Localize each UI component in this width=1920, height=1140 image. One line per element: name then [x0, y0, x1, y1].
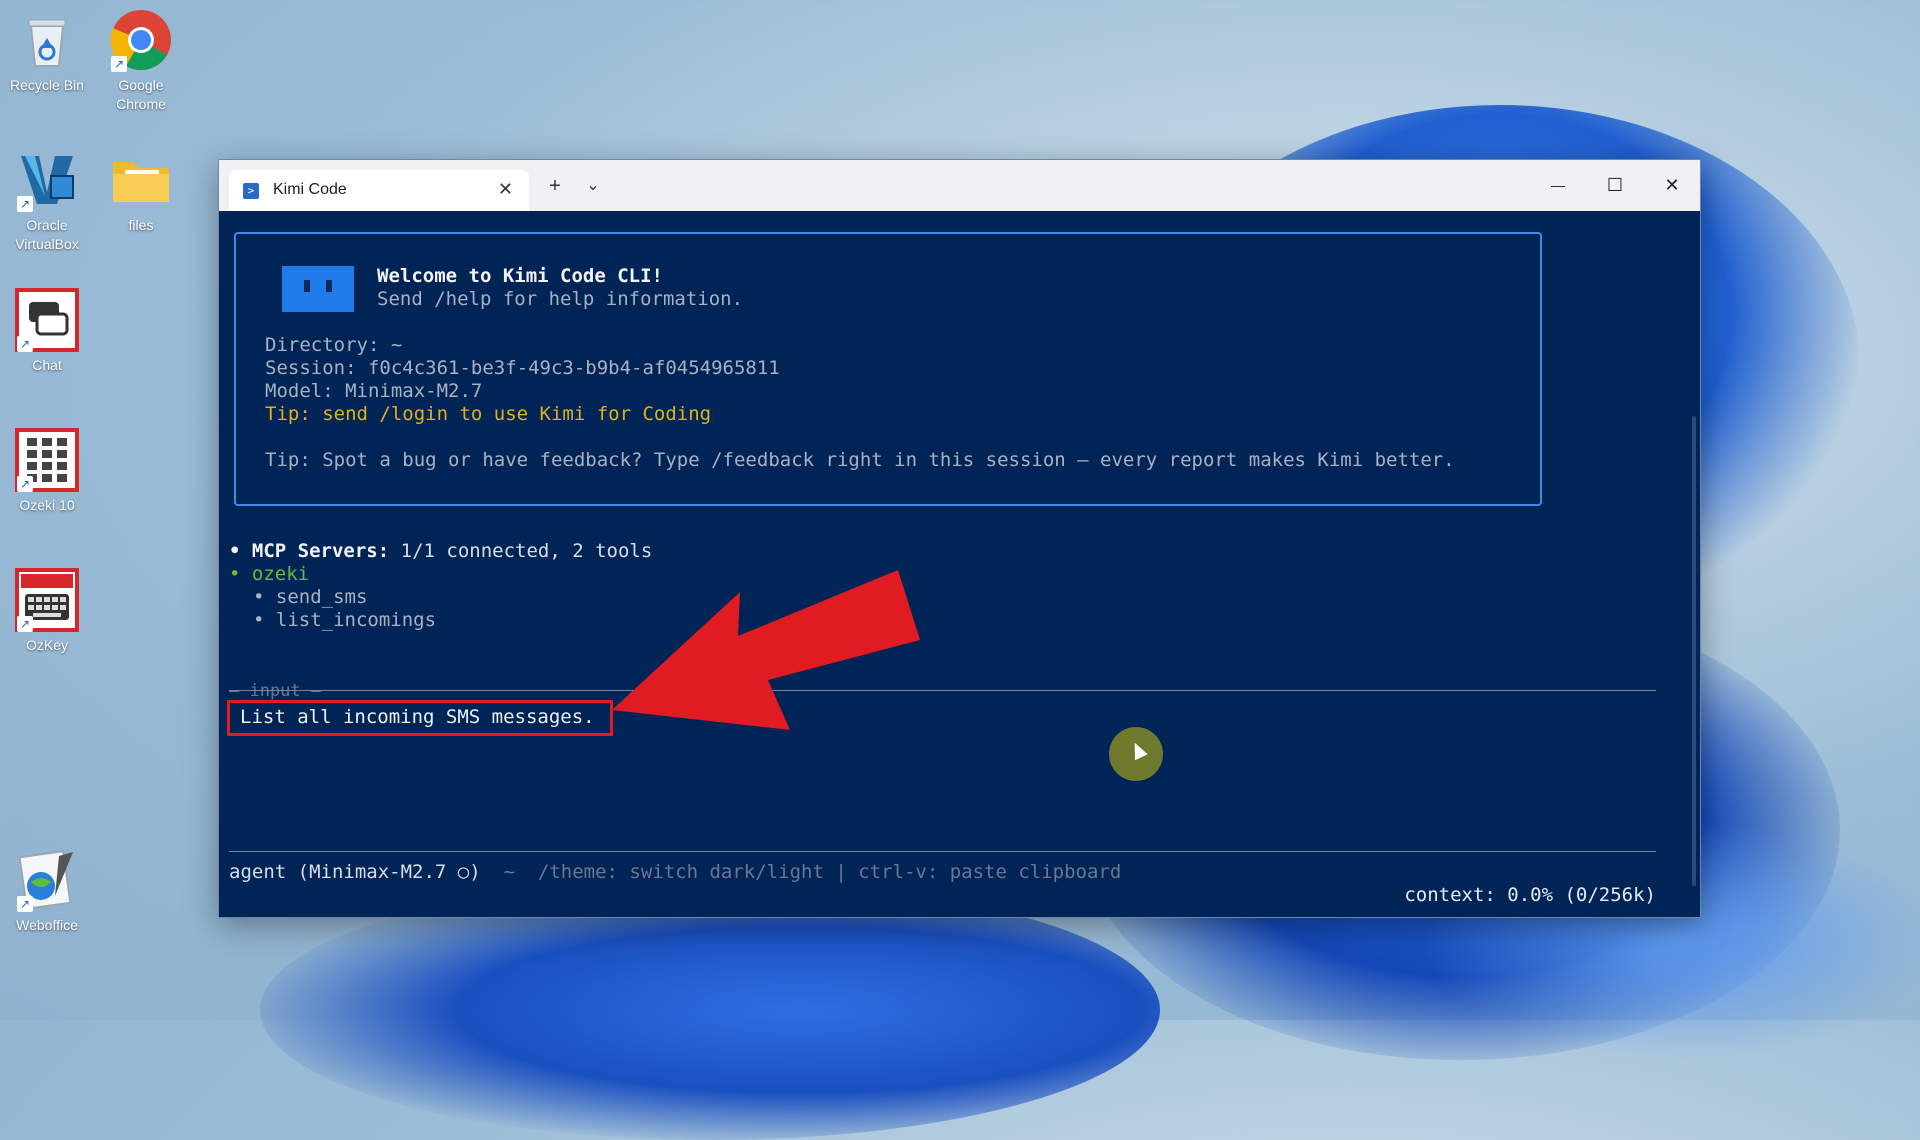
- maximize-button[interactable]: ☐: [1587, 168, 1643, 202]
- powershell-icon: >: [243, 183, 259, 199]
- agent-prompt: agent (Minimax-M2.7 ○): [229, 861, 481, 883]
- folder-icon: [109, 148, 173, 212]
- tab-close-button[interactable]: ✕: [498, 179, 513, 200]
- shortcut-arrow-icon: ↗: [111, 56, 127, 72]
- desktop-icon-chat[interactable]: ↗ Chat: [2, 288, 92, 375]
- virtualbox-icon: ↗: [15, 148, 79, 212]
- annotation-arrow-icon: [612, 570, 920, 730]
- desktop-icon-label: Oracle VirtualBox: [15, 217, 79, 252]
- desktop-icon-label: Recycle Bin: [10, 77, 84, 93]
- tool-item: • send_sms: [253, 586, 368, 608]
- desktop-icon-oracle-virtualbox[interactable]: ↗ Oracle VirtualBox: [2, 148, 92, 254]
- welcome-panel: Welcome to Kimi Code CLI! Send /help for…: [234, 232, 1542, 506]
- shortcut-arrow-icon: ↗: [17, 196, 33, 212]
- desktop-icon-label: OzKey: [25, 637, 68, 653]
- feedback-tip: Tip: Spot a bug or have feedback? Type /…: [265, 449, 1455, 471]
- mcp-status-line: • MCP Servers: 1/1 connected, 2 tools: [229, 540, 652, 563]
- wallpaper-bloom: [260, 880, 1160, 1140]
- shortcut-arrow-icon: ↗: [17, 616, 33, 632]
- weboffice-icon: ↗: [15, 848, 79, 912]
- new-tab-button[interactable]: +: [537, 170, 573, 202]
- desktop-icon-files[interactable]: files: [96, 148, 186, 235]
- desktop-icon-label: Weboffice: [16, 917, 78, 933]
- desktop-icon-ozkey[interactable]: ↗ OzKey: [2, 568, 92, 655]
- shortcut-hint: /theme: switch dark/light | ctrl-v: past…: [537, 861, 1122, 883]
- model-info: Model: Minimax-M2.7: [265, 380, 483, 402]
- directory-info: Directory: ~: [265, 334, 403, 356]
- mcp-status: 1/1 connected, 2 tools: [389, 540, 653, 562]
- context-usage: context: 0.0% (0/256k): [1404, 884, 1656, 906]
- chrome-icon: ↗: [109, 8, 173, 72]
- terminal-window[interactable]: > Kimi Code ✕ + ⌄ — ☐ ✕ Welcome to Kimi …: [218, 159, 1701, 918]
- desktop-icon-label: Ozeki 10: [19, 497, 75, 513]
- ozkey-keyboard-icon: ↗: [15, 568, 79, 632]
- shortcut-arrow-icon: ↗: [17, 896, 33, 912]
- desktop-icon-weboffice[interactable]: ↗ Weboffice: [2, 848, 92, 935]
- session-info: Session: f0c4c361-be3f-49c3-b9b4-af04549…: [265, 357, 780, 379]
- tab-dropdown-button[interactable]: ⌄: [575, 170, 611, 202]
- welcome-title: Welcome to Kimi Code CLI!: [377, 265, 663, 287]
- desktop-icon-label: Google Chrome: [116, 77, 166, 112]
- kimi-logo-icon: [282, 266, 354, 312]
- desktop-icon-ozeki-10[interactable]: ↗ Ozeki 10: [2, 428, 92, 515]
- input-bottom-divider: [229, 851, 1656, 852]
- recycle-bin-icon: [15, 8, 79, 72]
- shortcut-arrow-icon: ↗: [17, 476, 33, 492]
- desktop-icon-recycle-bin[interactable]: Recycle Bin: [2, 8, 92, 95]
- chat-icon: ↗: [15, 288, 79, 352]
- input-top-divider: [229, 690, 1656, 691]
- title-bar[interactable]: > Kimi Code ✕ + ⌄ — ☐ ✕: [219, 160, 1700, 211]
- terminal-content[interactable]: Welcome to Kimi Code CLI! Send /help for…: [219, 211, 1700, 917]
- close-button[interactable]: ✕: [1644, 168, 1700, 202]
- desktop-icon-label: files: [128, 217, 154, 233]
- minimize-button[interactable]: —: [1530, 168, 1586, 202]
- status-line: agent (Minimax-M2.7 ○) ~ /theme: switch …: [229, 861, 1121, 884]
- prompt-input[interactable]: List all incoming SMS messages.: [240, 706, 595, 729]
- mcp-bullet: •: [229, 540, 241, 562]
- tool-item: • list_incomings: [253, 609, 437, 631]
- login-tip: Tip: send /login to use Kimi for Coding: [265, 403, 712, 425]
- desktop-icon-label: Chat: [32, 357, 62, 373]
- ozeki-keypad-icon: ↗: [15, 428, 79, 492]
- tab-kimi-code[interactable]: > Kimi Code ✕: [229, 170, 529, 211]
- tab-title: Kimi Code: [273, 181, 347, 198]
- server-name: • ozeki: [229, 563, 310, 585]
- welcome-help: Send /help for help information.: [377, 288, 744, 310]
- desktop-icon-google-chrome[interactable]: ↗ Google Chrome: [96, 8, 186, 114]
- home-tilde: ~: [503, 861, 516, 883]
- scrollbar[interactable]: [1692, 416, 1696, 886]
- shortcut-arrow-icon: ↗: [17, 336, 33, 352]
- mcp-label: MCP Servers:: [251, 540, 390, 562]
